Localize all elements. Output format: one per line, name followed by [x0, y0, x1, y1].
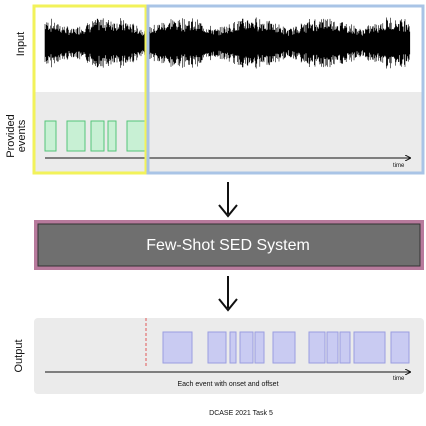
provided-event — [90, 120, 105, 152]
output-event — [308, 331, 326, 364]
provided-event — [66, 120, 86, 152]
output-event — [272, 331, 296, 364]
output-event — [339, 331, 351, 364]
output-event — [254, 331, 265, 364]
output-event — [207, 331, 227, 364]
output-event — [326, 331, 339, 364]
down-arrow-icon — [218, 276, 238, 312]
few-shot-sed-diagram: time Input Provided events Few-Shot SED … — [5, 4, 425, 417]
time-label-top: time — [393, 163, 405, 169]
output-event — [162, 331, 193, 364]
output-event — [390, 331, 410, 364]
provided-event — [107, 120, 117, 152]
output-label: Output — [13, 339, 25, 372]
footer-label: DCASE 2021 Task 5 — [209, 410, 273, 417]
provided-event — [44, 120, 57, 152]
provided-event — [126, 120, 146, 152]
system-title: Few-Shot SED System — [146, 237, 310, 254]
down-arrow-icon — [218, 182, 238, 218]
output-caption: Each event with onset and offset — [177, 381, 278, 388]
time-label-bottom: time — [393, 376, 405, 382]
output-event — [229, 331, 237, 364]
provided-label-line2: events — [16, 119, 28, 152]
output-event — [239, 331, 254, 364]
input-label: Input — [15, 32, 27, 56]
output-event — [353, 331, 386, 364]
